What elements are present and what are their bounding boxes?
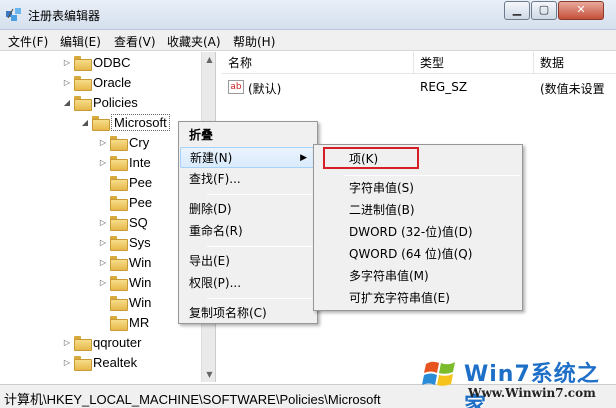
- highlight-box: [323, 147, 419, 169]
- minimize-button[interactable]: ▁: [504, 1, 530, 20]
- close-button[interactable]: ✕: [558, 1, 604, 20]
- list-header: 名称 类型 数据: [222, 52, 616, 74]
- folder-icon: [110, 135, 128, 151]
- expand-icon[interactable]: ▷: [62, 78, 72, 87]
- expand-icon[interactable]: ▷: [98, 278, 108, 287]
- menu-item-copy-key-name[interactable]: 复制项名称(C): [180, 303, 316, 324]
- menu-item-find[interactable]: 查找(F)...: [180, 169, 316, 190]
- expand-icon[interactable]: ▷: [98, 158, 108, 167]
- menu-item-delete[interactable]: 删除(D): [180, 199, 316, 220]
- tree-item[interactable]: MR: [98, 312, 149, 332]
- maximize-button[interactable]: ▢: [531, 1, 557, 20]
- context-menu: 折叠 新建(N) ▶ 查找(F)... 删除(D) 重命名(R) 导出(E) 权…: [178, 121, 318, 324]
- column-name[interactable]: 名称: [222, 52, 414, 74]
- expand-icon[interactable]: ▷: [62, 58, 72, 67]
- value-name: (默认): [248, 82, 282, 96]
- folder-icon: [110, 155, 128, 171]
- scroll-down-icon[interactable]: ▼: [202, 367, 215, 382]
- tree-item[interactable]: ▷ Inte: [98, 152, 151, 172]
- folder-icon: [110, 315, 128, 331]
- watermark-url: Www.Winwin7.com: [468, 386, 596, 400]
- column-data[interactable]: 数据: [534, 52, 616, 74]
- folder-icon: [74, 355, 92, 371]
- menu-edit[interactable]: 编辑(E): [60, 33, 101, 50]
- menu-file[interactable]: 文件(F): [8, 33, 48, 50]
- folder-open-icon: [74, 95, 92, 111]
- expand-icon[interactable]: ▷: [62, 358, 72, 367]
- tree-item[interactable]: ▷ Win: [98, 252, 151, 272]
- value-type: REG_SZ: [420, 80, 468, 94]
- column-type[interactable]: 类型: [414, 52, 534, 74]
- windows-logo-icon: [422, 361, 455, 386]
- folder-icon: [74, 75, 92, 91]
- submenu-item-expandable-string[interactable]: 可扩充字符串值(E): [315, 287, 521, 309]
- menu-separator: [207, 246, 315, 247]
- new-submenu: 项(K) 字符串值(S) 二进制值(B) DWORD (32-位)值(D) QW…: [313, 144, 523, 311]
- menu-item-export[interactable]: 导出(E): [180, 251, 316, 272]
- collapse-icon[interactable]: ◢: [80, 118, 90, 127]
- menu-item-new[interactable]: 新建(N) ▶: [180, 147, 316, 168]
- folder-icon: [110, 175, 128, 191]
- menu-separator: [207, 194, 315, 195]
- menu-help[interactable]: 帮助(H): [233, 33, 275, 50]
- folder-open-icon: [92, 115, 110, 131]
- folder-icon: [110, 295, 128, 311]
- folder-icon: [110, 275, 128, 291]
- value-data: (数值未设置: [540, 82, 605, 96]
- menu-separator: [207, 298, 315, 299]
- menu-view[interactable]: 查看(V): [114, 33, 156, 50]
- menu-item-permissions[interactable]: 权限(P)...: [180, 273, 316, 294]
- menu-item-rename[interactable]: 重命名(R): [180, 221, 316, 242]
- status-path: 计算机\HKEY_LOCAL_MACHINE\SOFTWARE\Policies…: [4, 392, 381, 407]
- folder-icon: [74, 55, 92, 71]
- tree-item[interactable]: ▷ Cry: [98, 132, 149, 152]
- folder-icon: [110, 255, 128, 271]
- window-title: 注册表编辑器: [28, 9, 101, 23]
- tree-item-qqrouter[interactable]: ▷ qqrouter: [62, 332, 141, 352]
- collapse-icon[interactable]: ◢: [62, 98, 72, 107]
- submenu-item-multi-string[interactable]: 多字符串值(M): [315, 265, 521, 287]
- table-row[interactable]: ab (默认) REG_SZ (数值未设置: [222, 78, 616, 98]
- submenu-arrow-icon: ▶: [300, 153, 307, 163]
- tree-item-policies[interactable]: ◢ Policies: [62, 92, 138, 112]
- folder-icon: [110, 195, 128, 211]
- tree-item-oracle[interactable]: ▷ Oracle: [62, 72, 131, 92]
- string-value-icon: ab: [228, 80, 244, 94]
- tree-item[interactable]: Win: [98, 292, 151, 312]
- tree-item-microsoft[interactable]: ◢ Microsoft: [80, 112, 170, 132]
- expand-icon[interactable]: ▷: [62, 338, 72, 347]
- maximize-icon: ▢: [538, 3, 550, 16]
- submenu-item-qword[interactable]: QWORD (64 位)值(Q): [315, 243, 521, 265]
- folder-icon: [74, 335, 92, 351]
- title-bar: 注册表编辑器 ▁ ▢ ✕: [0, 0, 616, 30]
- watermark: Win7系统之家 Www.Winwin7.com: [420, 352, 616, 408]
- expand-icon[interactable]: ▷: [98, 138, 108, 147]
- expand-icon[interactable]: ▷: [98, 258, 108, 267]
- folder-icon: [110, 235, 128, 251]
- submenu-item-string[interactable]: 字符串值(S): [315, 177, 521, 199]
- tree-item[interactable]: Pee: [98, 172, 152, 192]
- tree-item[interactable]: ▷ Win: [98, 272, 151, 292]
- submenu-item-binary[interactable]: 二进制值(B): [315, 199, 521, 221]
- folder-icon: [110, 215, 128, 231]
- tree-item-odbc[interactable]: ▷ ODBC: [62, 52, 131, 72]
- expand-icon[interactable]: ▷: [98, 238, 108, 247]
- registry-editor-icon: [6, 8, 21, 21]
- close-icon: ✕: [576, 3, 586, 16]
- tree-item-realtek[interactable]: ▷ Realtek: [62, 352, 137, 372]
- tree-item[interactable]: ▷ SQ: [98, 212, 148, 232]
- menu-separator: [344, 175, 520, 176]
- menu-item-collapse[interactable]: 折叠: [180, 125, 316, 146]
- menu-bar: 文件(F) 编辑(E) 查看(V) 收藏夹(A) 帮助(H): [0, 30, 616, 51]
- expand-icon[interactable]: ▷: [98, 218, 108, 227]
- tree-item[interactable]: Pee: [98, 192, 152, 212]
- tree-item[interactable]: ▷ Sys: [98, 232, 151, 252]
- watermark-brand: Win7系统之家: [464, 362, 600, 408]
- minimize-icon: ▁: [512, 3, 522, 16]
- menu-favorites[interactable]: 收藏夹(A): [167, 33, 221, 50]
- scroll-up-icon[interactable]: ▲: [202, 52, 215, 67]
- submenu-item-dword[interactable]: DWORD (32-位)值(D): [315, 221, 521, 243]
